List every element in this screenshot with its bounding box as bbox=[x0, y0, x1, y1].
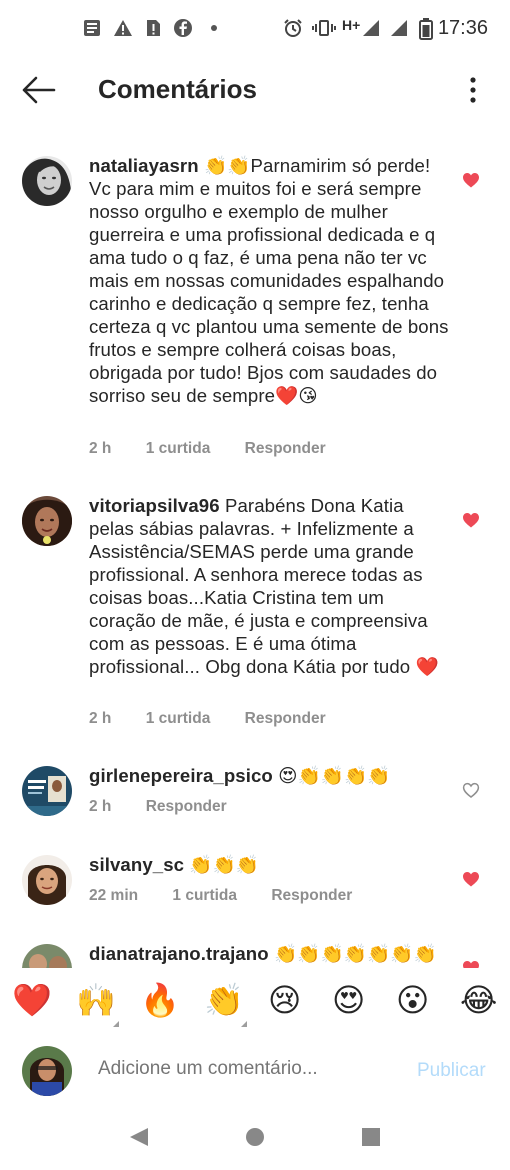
nav-back-icon[interactable] bbox=[128, 1126, 150, 1148]
facebook-icon bbox=[174, 19, 192, 37]
comment-time: 22 min bbox=[89, 887, 139, 904]
back-arrow-icon[interactable] bbox=[18, 72, 58, 108]
avatar[interactable] bbox=[22, 496, 72, 546]
news-app-icon bbox=[84, 20, 100, 36]
comment-input[interactable] bbox=[98, 1058, 398, 1080]
app-bar: Comentários bbox=[0, 58, 510, 122]
comment-meta: 2 h 1 curtida Responder bbox=[89, 710, 356, 728]
comment-username[interactable]: silvany_sc bbox=[89, 854, 184, 875]
comment-text: nataliayasrn 👏👏Parnamirim só perde! Vc p… bbox=[89, 154, 449, 407]
emoji-heart[interactable]: ❤️ bbox=[12, 982, 52, 1018]
publish-button[interactable]: Publicar bbox=[417, 1060, 486, 1082]
alarm-icon bbox=[284, 19, 302, 37]
comment-likes[interactable]: 1 curtida bbox=[172, 887, 237, 904]
comment-composer: Publicar bbox=[0, 1040, 510, 1102]
status-bar: H+ 17:36 bbox=[0, 0, 510, 58]
alert-card-icon bbox=[147, 20, 160, 36]
comment-text: girlenepereira_psico 😍👏👏👏👏 bbox=[89, 764, 449, 787]
avatar[interactable] bbox=[22, 855, 72, 905]
comment-meta: 2 h Responder bbox=[89, 798, 257, 816]
system-nav-bar bbox=[0, 1102, 510, 1170]
network-type: H+ bbox=[342, 17, 361, 33]
comment-text: vitoriapsilva96 Parabéns Dona Katia pela… bbox=[89, 494, 449, 678]
avatar[interactable] bbox=[22, 766, 72, 816]
avatar[interactable] bbox=[22, 944, 72, 968]
emoji-clapping-hands[interactable]: 👏 bbox=[204, 982, 244, 1018]
comment-meta: 22 min 1 curtida Responder bbox=[89, 887, 382, 905]
emoji-quick-bar: ❤️ 🙌 🔥 👏 😢 😍 😮 😂 bbox=[0, 970, 510, 1034]
comment-username[interactable]: dianatrajano.trajano bbox=[89, 943, 269, 964]
comment-content: Parabéns Dona Katia pelas sábias palavra… bbox=[89, 495, 439, 677]
heart-icon[interactable] bbox=[462, 512, 480, 528]
comment-time: 2 h bbox=[89, 798, 112, 815]
notification-dot-icon bbox=[211, 25, 217, 31]
skin-tone-indicator bbox=[241, 1021, 247, 1027]
comment-username[interactable]: vitoriapsilva96 bbox=[89, 495, 220, 516]
comment-text: dianatrajano.trajano 👏👏👏👏👏👏👏 bbox=[89, 942, 449, 965]
warning-icon bbox=[114, 20, 132, 36]
comment-content: 😍👏👏👏👏 bbox=[278, 765, 391, 786]
comment-likes[interactable]: 1 curtida bbox=[146, 710, 211, 727]
page-title: Comentários bbox=[98, 74, 257, 104]
reply-button[interactable]: Responder bbox=[146, 798, 227, 815]
comment-content: 👏👏👏👏👏👏👏 bbox=[274, 943, 437, 964]
emoji-raising-hands[interactable]: 🙌 bbox=[76, 982, 116, 1018]
heart-icon[interactable] bbox=[462, 172, 480, 188]
nav-home-icon[interactable] bbox=[244, 1126, 266, 1148]
heart-outline-icon[interactable] bbox=[462, 782, 480, 798]
reply-button[interactable]: Responder bbox=[245, 710, 326, 727]
skin-tone-indicator bbox=[113, 1021, 119, 1027]
current-user-avatar bbox=[22, 1046, 72, 1096]
comment-time: 2 h bbox=[89, 710, 112, 727]
reply-button[interactable]: Responder bbox=[271, 887, 352, 904]
comment-list[interactable]: nataliayasrn 👏👏Parnamirim só perde! Vc p… bbox=[0, 122, 510, 968]
comment-content: 👏👏👏 bbox=[189, 854, 260, 875]
comment-meta: 2 h 1 curtida Responder bbox=[89, 440, 356, 458]
signal-icon-2 bbox=[391, 20, 407, 36]
comment-time: 2 h bbox=[89, 440, 112, 457]
comment-likes[interactable]: 1 curtida bbox=[146, 440, 211, 457]
heart-icon[interactable] bbox=[462, 871, 480, 887]
comment-username[interactable]: girlenepereira_psico bbox=[89, 765, 273, 786]
emoji-astonished-face[interactable]: 😮 bbox=[396, 982, 429, 1018]
avatar[interactable] bbox=[22, 156, 72, 206]
signal-icon bbox=[363, 20, 379, 36]
comment-text: silvany_sc 👏👏👏 bbox=[89, 853, 449, 876]
more-options-icon[interactable] bbox=[466, 76, 480, 104]
emoji-crying-face[interactable]: 😢 bbox=[268, 982, 301, 1018]
heart-icon[interactable] bbox=[462, 960, 480, 968]
reply-button[interactable]: Responder bbox=[245, 440, 326, 457]
emoji-fire[interactable]: 🔥 bbox=[140, 982, 180, 1018]
comment-content: 👏👏Parnamirim só perde! Vc para mim e mui… bbox=[89, 155, 449, 406]
battery-icon bbox=[419, 18, 433, 40]
vibrate-icon bbox=[312, 20, 336, 36]
clock: 17:36 bbox=[437, 17, 488, 39]
comment-username[interactable]: nataliayasrn bbox=[89, 155, 199, 176]
nav-recents-icon[interactable] bbox=[360, 1126, 382, 1148]
emoji-heart-eyes[interactable]: 😍 bbox=[332, 982, 365, 1018]
emoji-tears-of-joy[interactable]: 😂 bbox=[460, 982, 497, 1018]
